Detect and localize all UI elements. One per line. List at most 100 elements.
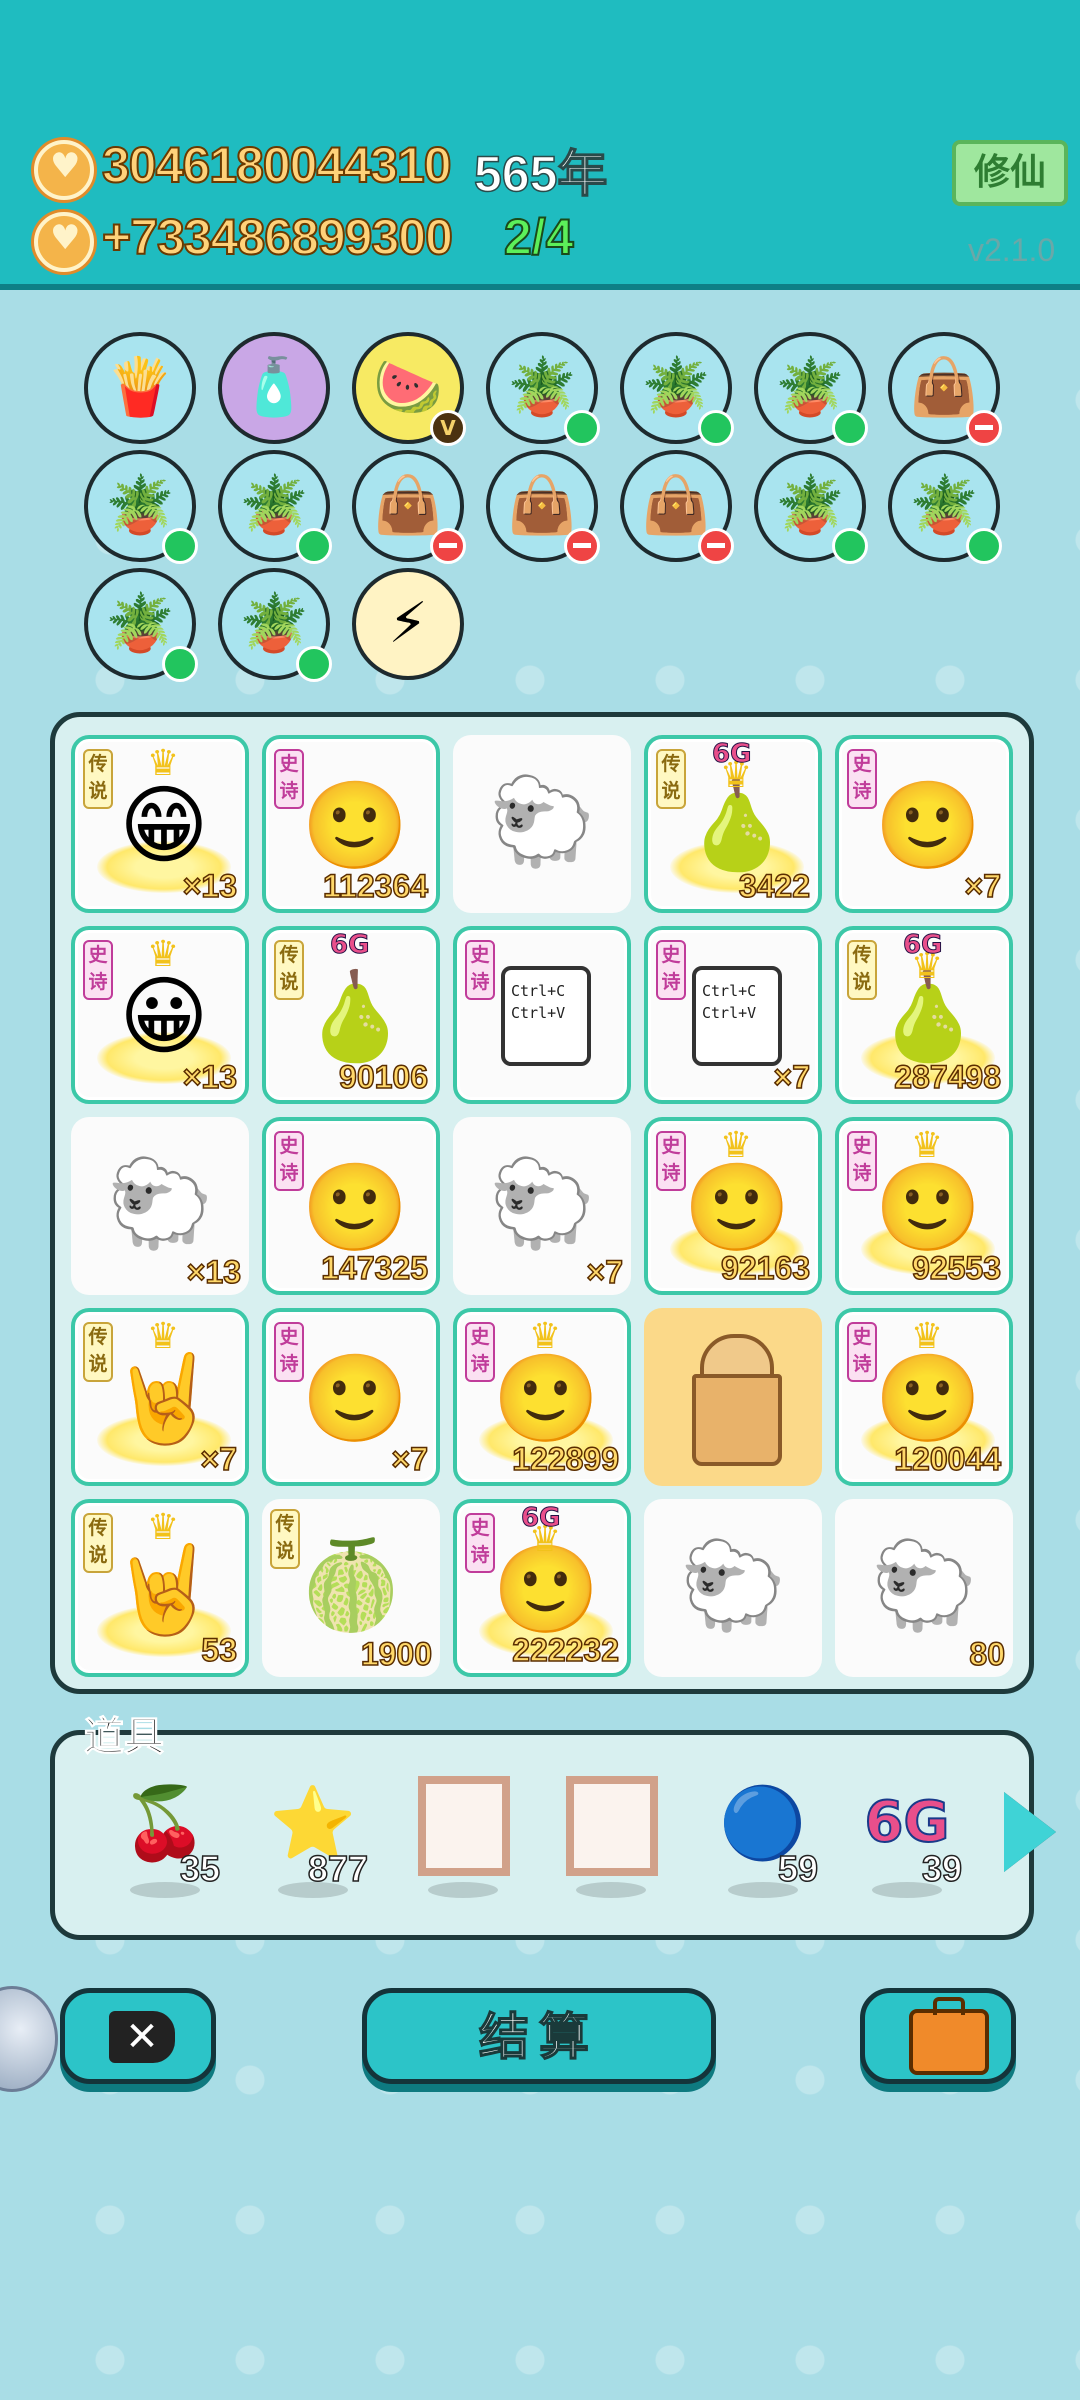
board-cell[interactable]: 🍐 ♛ 6G 传说 3422 [644, 735, 822, 913]
sixg-label: 6G [329, 930, 370, 961]
collection-item[interactable]: 👜 [486, 450, 600, 564]
board-cell[interactable]: 🐑 ×13 [71, 1117, 249, 1295]
ready-badge-icon [832, 410, 868, 446]
collection-item[interactable]: 🪴 [620, 332, 734, 446]
collection-item[interactable]: 🪴 [888, 450, 1002, 564]
ready-badge-icon [162, 646, 198, 682]
ready-badge-icon [698, 410, 734, 446]
board-cell[interactable]: 🙂 史诗 147325 [262, 1117, 440, 1295]
sixg-label: 6G [902, 930, 943, 961]
rarity-tag: 史诗 [465, 940, 495, 1000]
board-cell[interactable]: 🙂 史诗 ×7 [262, 1308, 440, 1486]
item-count: 90106 [338, 1058, 428, 1096]
board-cell[interactable]: 🙂 ♛ 史诗 122899 [453, 1308, 631, 1486]
rarity-tag: 史诗 [83, 940, 113, 1000]
prop-count: 59 [777, 1847, 819, 1890]
rarity-tag: 史诗 [847, 749, 877, 809]
crown-icon: ♛ [528, 1316, 562, 1357]
board-cell[interactable]: 🍐 6G 传说 90106 [262, 926, 440, 1104]
sheep-icon: 🐑 [488, 1154, 596, 1254]
ctrl-c-ctrl-v-icon: Ctrl+C Ctrl+V [692, 966, 782, 1066]
coin-icon [34, 212, 94, 272]
board-cell[interactable]: 🍐 ♛ 6G 传说 287498 [835, 926, 1013, 1104]
next-arrow-icon[interactable] [1004, 1792, 1056, 1872]
board-cell[interactable]: 🙂 ♛ 史诗 92163 [644, 1117, 822, 1295]
rarity-tag: 史诗 [847, 1131, 877, 1191]
collection-item[interactable]: 👜 [620, 450, 734, 564]
prop-item[interactable]: 6G 39 [852, 1768, 963, 1898]
spray-bottle-icon: 🧴 [239, 355, 309, 420]
collection-item[interactable]: 🪴 [486, 332, 600, 446]
board-cell[interactable]: 🙂 史诗 ×7 [835, 735, 1013, 913]
board-cell[interactable]: 🍈 传说 1900 [262, 1499, 440, 1677]
rarity-tag: 传说 [270, 1509, 300, 1569]
ready-badge-icon [296, 646, 332, 682]
ready-badge-icon [966, 528, 1002, 564]
collection-item[interactable]: 🪴 [754, 450, 868, 564]
collection-item[interactable]: 🪴 [84, 450, 198, 564]
board-cell[interactable]: 😀 ♛ 史诗 ×13 [71, 926, 249, 1104]
collection-item[interactable]: 🪴 [218, 450, 332, 564]
board-cell[interactable]: 🤘 ♛ 传说 53 [71, 1499, 249, 1677]
board-cell[interactable]: Ctrl+C Ctrl+V 史诗 [453, 926, 631, 1104]
collection-item[interactable]: 🍟 [84, 332, 196, 444]
item-count: 53 [201, 1631, 238, 1669]
item-count: 92553 [911, 1249, 1001, 1287]
board-cell[interactable]: 🐑 80 [835, 1499, 1013, 1677]
board-cell[interactable]: 🙂 ♛ 史诗 92553 [835, 1117, 1013, 1295]
settle-button[interactable]: 结算 [362, 1988, 716, 2084]
ready-badge-icon [564, 410, 600, 446]
board-cell[interactable]: Ctrl+C Ctrl+V 史诗 ×7 [644, 926, 822, 1104]
cultivate-button[interactable]: 修仙 [952, 140, 1068, 206]
prop-item[interactable]: 🍒 35 [110, 1768, 221, 1898]
item-count: ×13 [182, 867, 238, 905]
collection-item[interactable]: 🧴 [218, 332, 330, 444]
item-count: ×7 [773, 1058, 811, 1096]
item-count: ×13 [186, 1253, 242, 1291]
item-board: 😁 ♛ 传说 ×13 🙂 史诗 112364 🐑 🍐 ♛ 6G 传说 3422 🙂 史诗 ×7 😀 ♛ 史诗 ×13 🍐… [50, 712, 1034, 1694]
board-cell[interactable]: 🐑 [453, 735, 631, 913]
minus-badge-icon [430, 528, 466, 564]
ctrl-c-ctrl-v-icon: Ctrl+C Ctrl+V [501, 966, 591, 1066]
sheep-icon: 🐑 [679, 1536, 787, 1636]
collection-item[interactable]: 🍉 V [352, 332, 466, 446]
collection-item[interactable]: 👜 [352, 450, 466, 564]
prop-count: 877 [307, 1847, 369, 1890]
vip-badge-icon: V [430, 410, 466, 446]
exit-button[interactable]: ✕ [60, 1988, 216, 2084]
crown-icon: ♛ [910, 1125, 944, 1166]
picture-frame-icon [418, 1776, 510, 1876]
prop-item[interactable]: ⭐ 877 [258, 1768, 369, 1898]
board-cell[interactable]: 🐑 ×7 [453, 1117, 631, 1295]
collection-item[interactable]: 🪴 [218, 568, 332, 682]
board-cell[interactable]: 🙂 ♛ 6G 史诗 222232 [453, 1499, 631, 1677]
minus-badge-icon [564, 528, 600, 564]
rarity-tag: 史诗 [274, 1322, 304, 1382]
rarity-tag: 传说 [83, 1513, 113, 1573]
sheep-icon: 🐑 [870, 1536, 978, 1636]
top-bar: 3046180044310 565年 修仙 +733486899300 2/4 … [0, 0, 1080, 290]
collection-item[interactable]: 👜 [888, 332, 1002, 446]
collection-item[interactable]: 🪴 [84, 568, 198, 682]
rarity-tag: 史诗 [656, 940, 686, 1000]
progress-counter: 2/4 [503, 208, 575, 266]
settle-label: 结算 [478, 2007, 599, 2067]
prop-item[interactable] [556, 1768, 666, 1898]
item-count: 92163 [720, 1249, 810, 1287]
collection-item[interactable]: 🪴 [754, 332, 868, 446]
collection-item[interactable]: ⚡ [352, 568, 464, 680]
minus-badge-icon [966, 410, 1002, 446]
rarity-tag: 史诗 [465, 1513, 495, 1573]
crown-icon: ♛ [146, 1316, 180, 1357]
board-cell[interactable]: 😁 ♛ 传说 ×13 [71, 735, 249, 913]
prop-item[interactable] [408, 1768, 518, 1898]
rarity-tag: 传说 [274, 940, 304, 1000]
prop-item[interactable]: 🔵 59 [708, 1768, 819, 1898]
board-cell[interactable] [644, 1308, 822, 1486]
board-cell[interactable]: 🤘 ♛ 传说 ×7 [71, 1308, 249, 1486]
board-cell[interactable]: 🙂 史诗 112364 [262, 735, 440, 913]
board-cell[interactable]: 🐑 [644, 1499, 822, 1677]
item-count: ×13 [182, 1058, 238, 1096]
bag-button[interactable] [860, 1988, 1016, 2084]
board-cell[interactable]: 🙂 ♛ 史诗 120044 [835, 1308, 1013, 1486]
